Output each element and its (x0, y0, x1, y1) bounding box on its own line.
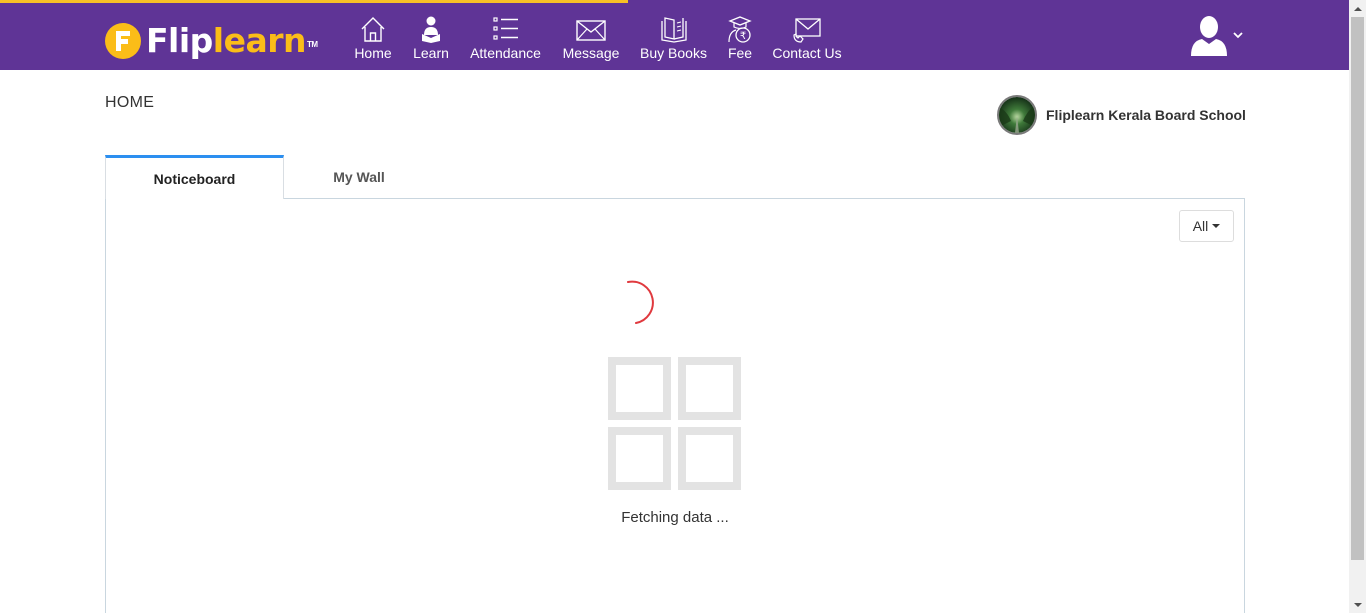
top-navigation-bar: FliplearnTM Home Learn Attendance Messag… (0, 0, 1349, 70)
nav-item-home[interactable]: Home (353, 15, 393, 65)
nav-label-message: Message (562, 45, 620, 61)
page-title: HOME (105, 94, 155, 111)
nav-item-message[interactable]: Message (562, 15, 620, 65)
page-loading-bar (0, 0, 628, 3)
user-avatar-icon (1191, 16, 1243, 56)
envelope-icon (576, 20, 606, 41)
caret-down-icon (1212, 224, 1221, 228)
loading-message: Fetching data ... (621, 509, 729, 526)
book-icon (660, 17, 687, 43)
nav-item-attendance[interactable]: Attendance (469, 15, 542, 65)
school-name: Fliplearn Kerala Board School (1046, 107, 1246, 123)
scroll-down-button[interactable] (1349, 596, 1366, 613)
rupee-graduate-icon: ₹ (728, 16, 752, 43)
tab-noticeboard[interactable]: Noticeboard (105, 155, 284, 199)
vertical-scrollbar[interactable] (1349, 0, 1366, 613)
noticeboard-panel: All Fetching data ... (105, 198, 1245, 613)
content-tabs: Noticeboard My Wall (105, 155, 1245, 199)
scroll-up-button[interactable] (1349, 0, 1366, 17)
placeholder-cell (608, 427, 671, 490)
logo-flip-text: Flip (146, 21, 213, 60)
logo-learn-text: learn (212, 21, 307, 60)
contact-mail-icon (793, 18, 821, 43)
filter-dropdown[interactable]: All (1179, 210, 1234, 242)
arrow-down-icon (1353, 602, 1362, 607)
placeholder-cell (678, 357, 741, 420)
nav-label-learn: Learn (413, 45, 449, 61)
placeholder-cell (678, 427, 741, 490)
nav-label-attendance: Attendance (470, 45, 541, 61)
tab-my-wall[interactable]: My Wall (284, 155, 434, 199)
checklist-icon (492, 17, 518, 40)
scrollbar-thumb[interactable] (1351, 17, 1364, 560)
school-logo-image (997, 95, 1037, 135)
svg-text:₹: ₹ (740, 31, 746, 42)
house-icon (361, 17, 385, 42)
nav-label-home: Home (354, 45, 392, 61)
school-info: Fliplearn Kerala Board School (997, 95, 1246, 135)
nav-item-learn[interactable]: Learn (411, 15, 451, 65)
placeholder-cell (608, 357, 671, 420)
nav-label-buy-books: Buy Books (640, 45, 707, 61)
user-menu[interactable] (1188, 14, 1248, 58)
loading-spinner-icon (627, 280, 654, 324)
nav-item-buy-books[interactable]: Buy Books (639, 15, 708, 65)
logo-badge-icon (105, 23, 141, 59)
chevron-down-icon (1233, 32, 1243, 39)
student-reading-icon (422, 16, 440, 43)
nav-label-contact-us: Contact Us (772, 45, 842, 61)
filter-selected-value: All (1192, 218, 1209, 234)
nav-item-contact-us[interactable]: Contact Us (772, 15, 842, 65)
fliplearn-logo[interactable]: FliplearnTM (105, 21, 318, 61)
nav-item-fee[interactable]: ₹ Fee (726, 15, 754, 65)
page: FliplearnTM Home Learn Attendance Messag… (0, 0, 1366, 613)
logo-wordmark: FliplearnTM (146, 21, 318, 61)
grid-placeholder-icon (608, 357, 742, 491)
arrow-up-icon (1353, 6, 1362, 11)
nav-label-fee: Fee (727, 45, 753, 61)
logo-trademark: TM (307, 40, 318, 49)
